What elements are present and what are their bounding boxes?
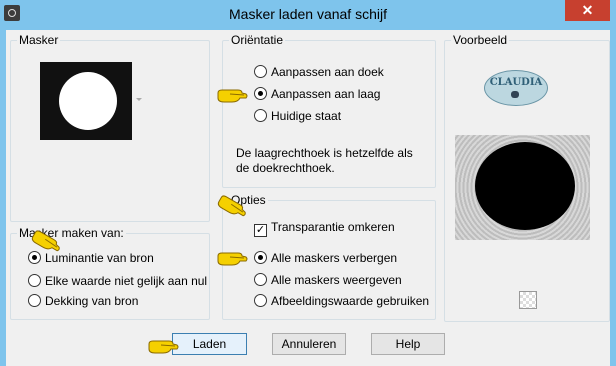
radio-alle-verbergen-label: Alle maskers verbergen [271, 251, 398, 265]
radio-aanpassen-doek[interactable]: Aanpassen aan doek [254, 64, 384, 80]
pointing-hand-icon [148, 340, 179, 354]
radio-luminantie-dot[interactable] [28, 251, 41, 264]
radio-huidige-staat[interactable]: Huidige staat [254, 108, 341, 124]
masker-group-title: Masker [17, 33, 61, 47]
radio-alle-weergeven[interactable]: Alle maskers weergeven [254, 272, 402, 288]
claudia-logo-text: CLAUDIA [489, 77, 543, 88]
close-button[interactable]: ✕ [565, 0, 610, 21]
radio-elke-waarde-label: Elke waarde niet gelijk aan nul [45, 274, 208, 288]
preview-ellipse [475, 142, 575, 230]
radio-aanpassen-laag-dot[interactable] [254, 87, 267, 100]
pointing-hand-icon [217, 252, 248, 266]
orientatie-description: De laagrechthoek is hetzelfde als de doe… [236, 146, 413, 175]
radio-aanpassen-doek-label: Aanpassen aan doek [271, 65, 384, 79]
radio-luminantie[interactable]: Luminantie van bron [28, 250, 154, 266]
radio-huidige-staat-dot[interactable] [254, 109, 267, 122]
radio-dekking-dot[interactable] [28, 294, 41, 307]
radio-afbeeldingswaarde-dot[interactable] [254, 294, 267, 307]
radio-luminantie-label: Luminantie van bron [45, 251, 154, 265]
dog-icon [511, 91, 519, 98]
help-button[interactable]: Help [371, 333, 445, 355]
radio-elke-waarde[interactable]: Elke waarde niet gelijk aan nul [28, 273, 207, 289]
radio-alle-weergeven-dot[interactable] [254, 273, 267, 286]
radio-dekking[interactable]: Dekking van bron [28, 293, 138, 309]
orientatie-title: Oriëntatie [229, 33, 286, 47]
annuleren-button[interactable]: Annuleren [272, 333, 346, 355]
radio-aanpassen-laag[interactable]: Aanpassen aan laag [254, 86, 380, 102]
pointing-hand-icon [217, 89, 248, 103]
radio-elke-waarde-dot[interactable] [28, 274, 41, 287]
radio-dekking-label: Dekking van bron [45, 294, 139, 308]
mask-circle [59, 72, 117, 130]
title-bar: Masker laden vanaf schijf ✕ [0, 0, 616, 30]
radio-alle-verbergen[interactable]: Alle maskers verbergen [254, 250, 397, 266]
radio-alle-weergeven-label: Alle maskers weergeven [271, 273, 402, 287]
voorbeeld-title: Voorbeeld [451, 33, 510, 47]
radio-huidige-staat-label: Huidige staat [271, 109, 342, 123]
radio-afbeeldingswaarde-label: Afbeeldingswaarde gebruiken [271, 294, 430, 308]
check-transparantie[interactable]: ✓ Transparantie omkeren [254, 219, 395, 237]
mask-dropdown-arrow-icon[interactable] [136, 98, 142, 101]
transparency-toggle-icon[interactable] [519, 291, 537, 309]
claudia-logo: CLAUDIA [484, 70, 548, 106]
radio-afbeeldingswaarde[interactable]: Afbeeldingswaarde gebruiken [254, 293, 429, 309]
radio-alle-verbergen-dot[interactable] [254, 251, 267, 264]
radio-aanpassen-doek-dot[interactable] [254, 65, 267, 78]
preview-image [455, 135, 590, 240]
laden-button[interactable]: Laden [172, 333, 247, 355]
radio-aanpassen-laag-label: Aanpassen aan laag [271, 87, 381, 101]
window-title: Masker laden vanaf schijf [229, 6, 387, 22]
mask-thumbnail[interactable] [40, 62, 132, 140]
check-transparantie-box[interactable]: ✓ [254, 224, 267, 237]
check-transparantie-label: Transparantie omkeren [271, 220, 395, 234]
